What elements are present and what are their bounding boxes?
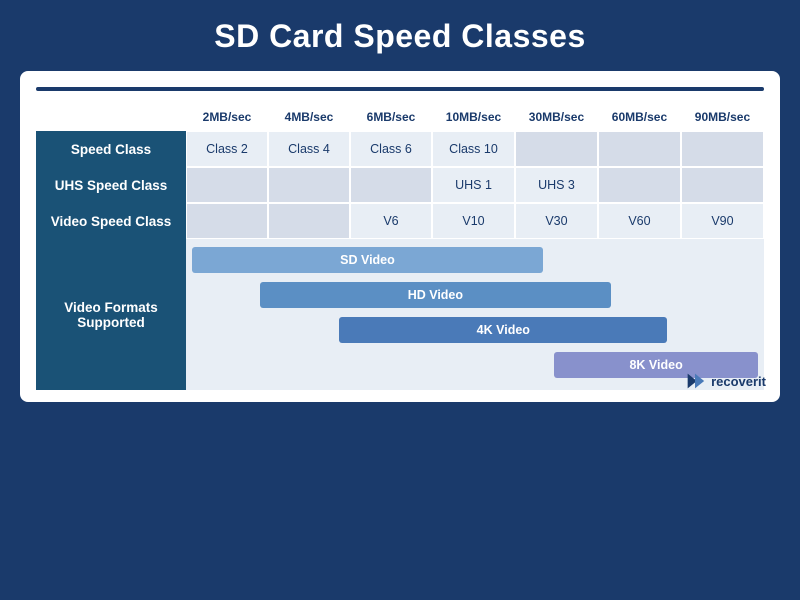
vsc-v10: V10 <box>432 203 515 239</box>
page-title: SD Card Speed Classes <box>214 18 586 55</box>
8k-video-label: 8K Video <box>629 358 682 372</box>
uhs-speed-class-row: UHS Speed Class UHS 1 UHS 3 <box>36 167 764 203</box>
header-col-5: 30MB/sec <box>515 103 598 131</box>
speed-class-6: Class 6 <box>350 131 432 167</box>
sd-video-bar-row: SD Video <box>192 247 758 277</box>
uhs-speed-class-label: UHS Speed Class <box>36 167 186 203</box>
vsc-v6: V6 <box>350 203 432 239</box>
vsc-v90: V90 <box>681 203 764 239</box>
top-line-decoration <box>36 87 764 91</box>
speed-class-row: Speed Class Class 2 Class 4 Class 6 Clas… <box>36 131 764 167</box>
speed-table: 2MB/sec 4MB/sec 6MB/sec 10MB/sec 30MB/se… <box>36 103 764 390</box>
header-col-7: 90MB/sec <box>681 103 764 131</box>
hd-spacer <box>192 282 260 312</box>
sd-video-label: SD Video <box>340 253 395 267</box>
hd-video-bar: HD Video <box>260 282 611 308</box>
header-label-cell <box>36 103 186 131</box>
logo-text: recoverit <box>711 374 766 389</box>
uhs-empty-5 <box>681 167 764 203</box>
header-col-1: 2MB/sec <box>186 103 268 131</box>
header-col-3: 6MB/sec <box>350 103 432 131</box>
4k-video-bar-row: 4K Video <box>192 317 758 347</box>
recoverit-logo: recoverit <box>684 370 766 392</box>
video-formats-label: Video FormatsSupported <box>36 239 186 390</box>
speed-class-label: Speed Class <box>36 131 186 167</box>
uhs-3: UHS 3 <box>515 167 598 203</box>
8k-video-bar-row: 8K Video <box>192 352 758 382</box>
vsc-v60: V60 <box>598 203 681 239</box>
header-col-6: 60MB/sec <box>598 103 681 131</box>
uhs-empty-1 <box>186 167 268 203</box>
speed-class-4: Class 4 <box>268 131 350 167</box>
header-row: 2MB/sec 4MB/sec 6MB/sec 10MB/sec 30MB/se… <box>36 103 764 131</box>
4k-spacer <box>192 317 339 347</box>
4k-video-label: 4K Video <box>477 323 530 337</box>
hd-video-bar-row: HD Video <box>192 282 758 312</box>
sd-video-bar: SD Video <box>192 247 543 273</box>
uhs-empty-2 <box>268 167 350 203</box>
video-formats-container: SD Video HD Video <box>186 239 764 390</box>
video-speed-class-row: Video Speed Class V6 V10 V30 V60 V90 <box>36 203 764 239</box>
card: 2MB/sec 4MB/sec 6MB/sec 10MB/sec 30MB/se… <box>20 71 780 402</box>
header-col-4: 10MB/sec <box>432 103 515 131</box>
8k-spacer <box>192 352 554 382</box>
hd-video-label: HD Video <box>408 288 463 302</box>
video-speed-class-label: Video Speed Class <box>36 203 186 239</box>
speed-class-empty-2 <box>598 131 681 167</box>
video-formats-row: Video FormatsSupported SD Video <box>36 239 764 390</box>
uhs-empty-4 <box>598 167 681 203</box>
recoverit-icon <box>684 370 706 392</box>
speed-class-empty-3 <box>681 131 764 167</box>
speed-class-empty-1 <box>515 131 598 167</box>
speed-class-10: Class 10 <box>432 131 515 167</box>
page-container: SD Card Speed Classes 2MB/sec 4MB/sec 6M… <box>0 0 800 600</box>
vsc-v30: V30 <box>515 203 598 239</box>
vsc-empty-1 <box>186 203 268 239</box>
vsc-empty-2 <box>268 203 350 239</box>
speed-class-2: Class 2 <box>186 131 268 167</box>
header-col-2: 4MB/sec <box>268 103 350 131</box>
4k-video-bar: 4K Video <box>339 317 667 343</box>
uhs-1: UHS 1 <box>432 167 515 203</box>
uhs-empty-3 <box>350 167 432 203</box>
